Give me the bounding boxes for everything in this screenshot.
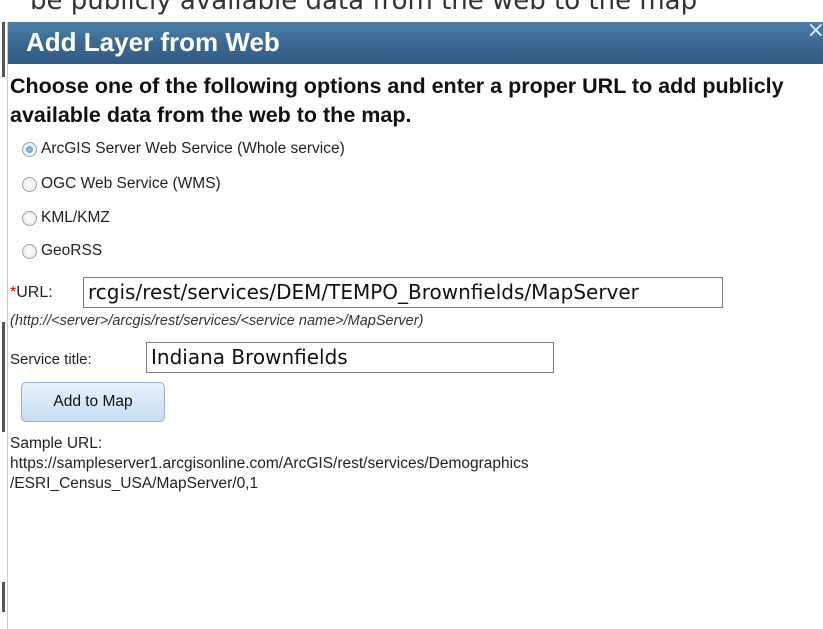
sample-url-line-2: /ESRI_Census_USA/MapServer/0,1: [10, 475, 259, 492]
option-label: GeoRSS: [41, 242, 103, 259]
background-window-edge: [0, 22, 8, 629]
url-input[interactable]: rcgis/rest/services/DEM/TEMPO_Brownfield…: [83, 277, 723, 308]
radio-button-kml[interactable]: [22, 210, 37, 226]
radio-button-wms[interactable]: [22, 176, 37, 192]
url-label: *URL:: [10, 284, 53, 302]
sample-url-block: Sample URL: https://sampleserver1.arcgis…: [10, 434, 820, 494]
radio-button-georss[interactable]: [22, 243, 37, 259]
url-label-text: URL:: [16, 284, 53, 301]
option-georss[interactable]: GeoRSS: [22, 239, 102, 263]
option-arcgis-server[interactable]: ArcGIS Server Web Service (Whole service…: [22, 137, 345, 161]
option-label: ArcGIS Server Web Service (Whole service…: [41, 140, 345, 157]
dialog-titlebar[interactable]: Add Layer from Web ×: [8, 20, 823, 64]
dialog-title: Add Layer from Web: [26, 27, 280, 57]
option-label: KML/KMZ: [41, 209, 110, 226]
close-icon[interactable]: ×: [807, 20, 823, 42]
sample-url-line-1: https://sampleserver1.arcgisonline.com/A…: [10, 455, 529, 472]
service-title-input[interactable]: Indiana Brownfields: [146, 342, 554, 373]
background-window-strip: be publicly available data from the web …: [0, 0, 823, 22]
radio-button-arcgis[interactable]: [22, 141, 37, 157]
service-title-label: Service title:: [10, 351, 92, 368]
option-kml-kmz[interactable]: KML/KMZ: [22, 206, 110, 230]
dialog-instructions: Choose one of the following options and …: [10, 74, 784, 127]
option-ogc-wms[interactable]: OGC Web Service (WMS): [22, 172, 221, 196]
add-to-map-button[interactable]: Add to Map: [21, 382, 165, 422]
add-to-map-label: Add to Map: [53, 393, 133, 410]
background-window-text: be publicly available data from the web …: [30, 0, 698, 16]
url-format-hint: (http://<server>/arcgis/rest/services/<s…: [10, 313, 424, 329]
add-layer-dialog: Add Layer from Web × Choose one of the f…: [8, 20, 823, 629]
option-label: OGC Web Service (WMS): [41, 175, 221, 192]
sample-url-label: Sample URL:: [10, 435, 103, 452]
